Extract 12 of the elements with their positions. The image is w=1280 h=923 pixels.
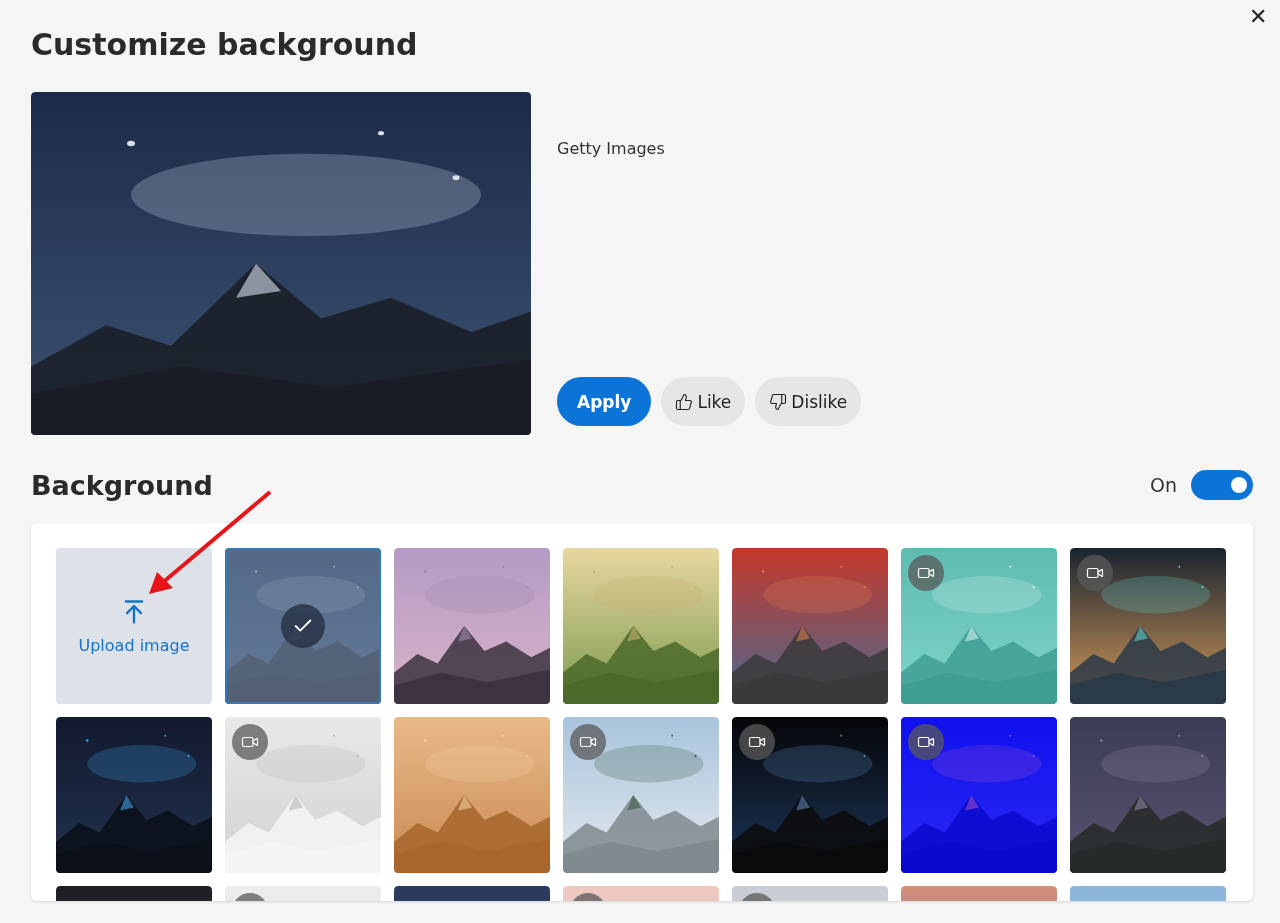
image-credit: Getty Images [557, 139, 666, 158]
dialog-title: Customize background [31, 26, 418, 64]
upload-image-button[interactable]: Upload image [56, 548, 212, 704]
like-button[interactable]: Like [661, 377, 746, 426]
section-heading: Background [31, 469, 213, 501]
apply-button[interactable]: Apply [557, 377, 652, 426]
thumbs-up-icon [675, 392, 694, 411]
thumbs-down-icon [769, 392, 788, 411]
close-button[interactable]: ✕ [1243, 4, 1273, 30]
toggle-label: On [1150, 474, 1177, 496]
toggle-switch[interactable] [1191, 470, 1253, 500]
dislike-button[interactable]: Dislike [755, 377, 862, 426]
